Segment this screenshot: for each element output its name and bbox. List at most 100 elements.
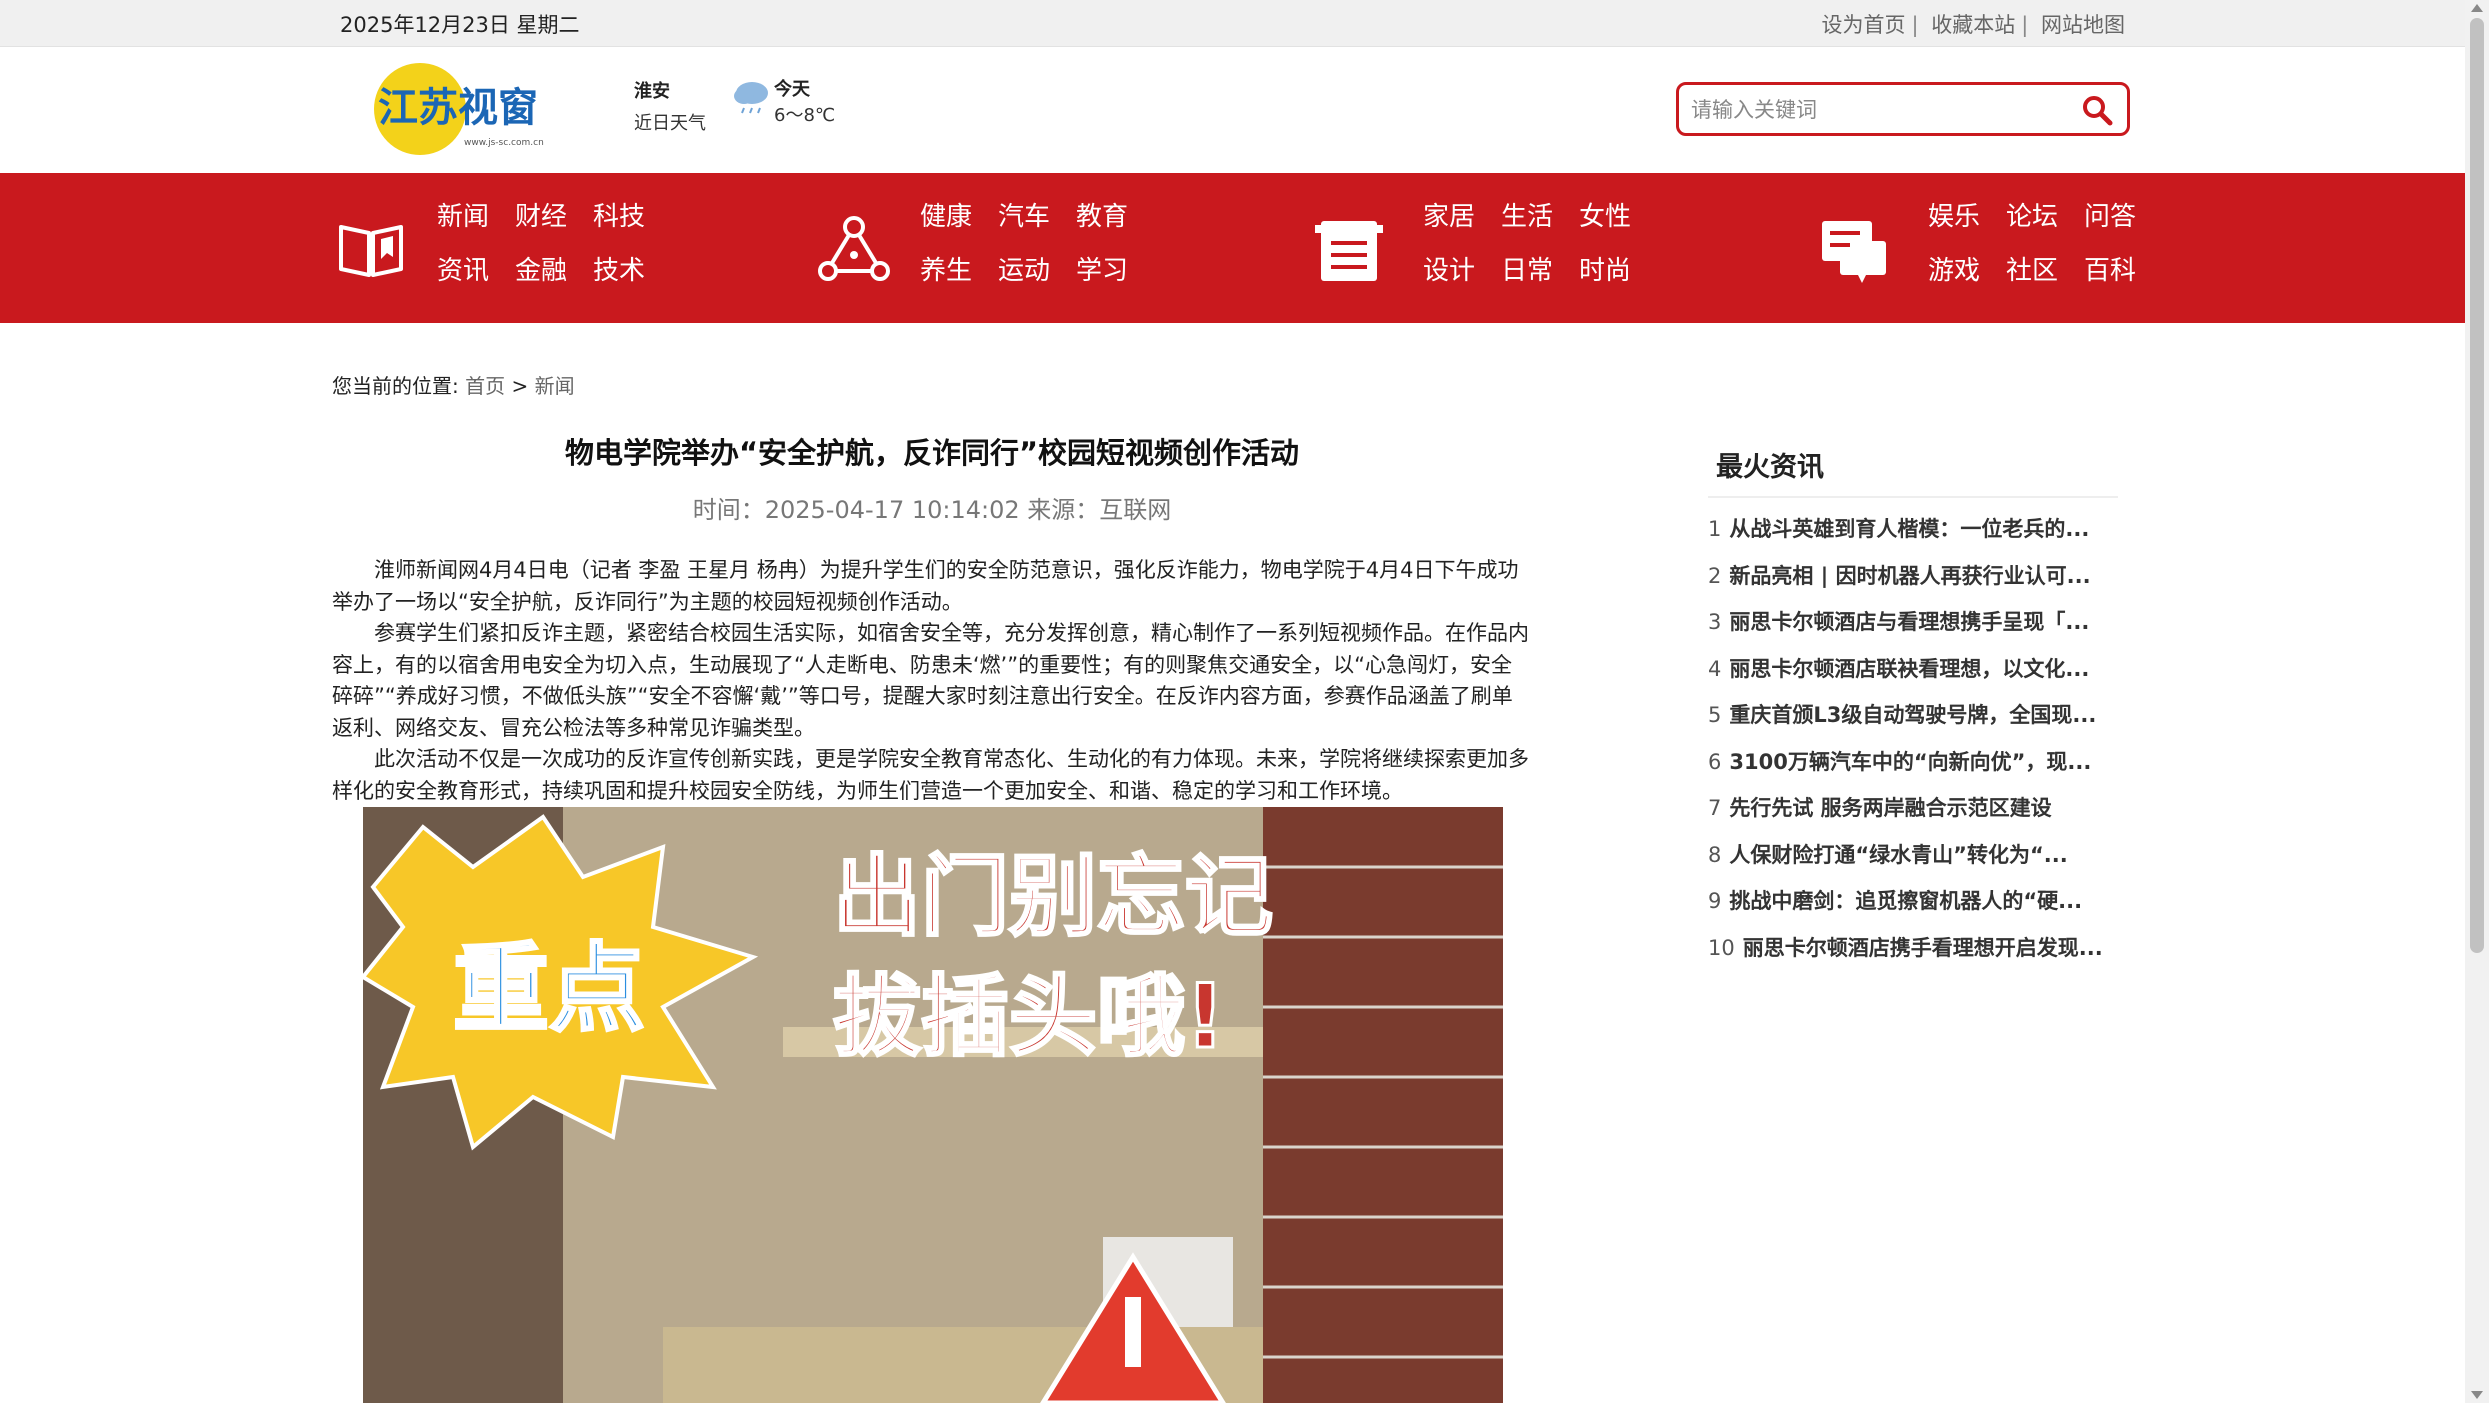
network-icon bbox=[818, 216, 890, 281]
weather-temp: 6～8℃ bbox=[774, 105, 836, 126]
list-item[interactable]: 6 3100万辆汽车中的“向新向优”，现... bbox=[1708, 739, 2118, 786]
nav-item[interactable]: 设计 bbox=[1423, 255, 1501, 287]
nav-item[interactable]: 家居 bbox=[1423, 201, 1501, 233]
top-bar: 2025年12月23日 星期二 设为首页 | 收藏本站 | 网站地图 bbox=[0, 0, 2465, 47]
nav-item[interactable]: 资讯 bbox=[437, 255, 515, 287]
site-logo[interactable]: 江苏视窗 www.js-sc.com.cn bbox=[372, 61, 562, 157]
breadcrumb-home[interactable]: 首页 bbox=[465, 374, 505, 398]
item-title[interactable]: 从战斗英雄到育人楷模：一位老兵的... bbox=[1729, 517, 2089, 541]
nav-item[interactable]: 生活 bbox=[1501, 201, 1579, 233]
set-home-link[interactable]: 设为首页 bbox=[1821, 13, 1905, 37]
nav-item[interactable]: 养生 bbox=[920, 255, 998, 287]
rain-cloud-icon bbox=[734, 82, 768, 114]
book-icon bbox=[339, 225, 403, 277]
nav-item[interactable]: 学习 bbox=[1076, 255, 1154, 287]
nav-item[interactable]: 时尚 bbox=[1579, 255, 1657, 287]
image-caption-line1: 出门别忘记 bbox=[833, 845, 1273, 948]
box-icon bbox=[1315, 221, 1383, 281]
item-title[interactable]: 新品亮相 | 因时机器人再获行业认可... bbox=[1729, 564, 2090, 588]
top-links: 设为首页 | 收藏本站 | 网站地图 bbox=[1821, 9, 2125, 39]
breadcrumb: 您当前的位置: 首页 > 新闻 bbox=[332, 370, 575, 399]
item-title[interactable]: 3100万辆汽车中的“向新向优”，现... bbox=[1729, 750, 2091, 774]
image-badge-text: 重点 bbox=[453, 933, 645, 1045]
weather-label: 近日天气 bbox=[634, 113, 706, 134]
sitemap-link[interactable]: 网站地图 bbox=[2041, 13, 2125, 37]
item-title[interactable]: 丽思卡尔顿酒店联袂看理想，以文化... bbox=[1729, 657, 2089, 681]
divider bbox=[1708, 496, 2118, 498]
weather-city: 淮安 bbox=[634, 81, 670, 102]
nav-item[interactable]: 论坛 bbox=[2006, 201, 2084, 233]
weather-location: 淮安 近日天气 bbox=[634, 77, 706, 135]
search-icon[interactable] bbox=[2081, 94, 2113, 126]
page-scrollbar[interactable] bbox=[2465, 0, 2489, 1403]
scroll-down-arrow-icon[interactable] bbox=[2471, 1391, 2483, 1399]
separator: | bbox=[1911, 13, 1919, 37]
item-number: 6 bbox=[1708, 749, 1722, 774]
current-date: 2025年12月23日 星期二 bbox=[340, 13, 580, 37]
weather-day: 今天 bbox=[774, 79, 810, 100]
nav-item[interactable]: 娱乐 bbox=[1928, 201, 2006, 233]
item-number: 5 bbox=[1708, 703, 1722, 727]
article-image: 重点 出门别忘记 拔插头哦! bbox=[363, 807, 1503, 1403]
nav-item[interactable]: 汽车 bbox=[998, 201, 1076, 233]
list-item[interactable]: 2 新品亮相 | 因时机器人再获行业认可... bbox=[1708, 553, 2118, 600]
list-item[interactable]: 4 丽思卡尔顿酒店联袂看理想，以文化... bbox=[1708, 646, 2118, 693]
list-item[interactable]: 7 先行先试 服务两岸融合示范区建设 bbox=[1708, 785, 2118, 832]
nav-item[interactable]: 百科 bbox=[2084, 255, 2162, 287]
logo-text: 江苏视窗 bbox=[378, 85, 538, 131]
item-title[interactable]: 丽思卡尔顿酒店与看理想携手呈现「... bbox=[1729, 610, 2089, 634]
item-title[interactable]: 重庆首颁L3级自动驾驶号牌，全国现... bbox=[1729, 703, 2096, 727]
list-item[interactable]: 8 人保财险打通“绿水青山”转化为“... bbox=[1708, 832, 2118, 879]
article-paragraph: 淮师新闻网4月4日电（记者 李盈 王星月 杨冉）为提升学生们的安全防范意识，强化… bbox=[332, 558, 1519, 614]
article-paragraph: 此次活动不仅是一次成功的反诈宣传创新实践，更是学院安全教育常态化、生动化的有力体… bbox=[332, 747, 1529, 803]
nav-item[interactable]: 女性 bbox=[1579, 201, 1657, 233]
nav-item[interactable]: 运动 bbox=[998, 255, 1076, 287]
nav-item[interactable]: 技术 bbox=[593, 255, 671, 287]
item-number: 10 bbox=[1708, 935, 1735, 960]
separator: | bbox=[2021, 13, 2029, 37]
breadcrumb-current[interactable]: 新闻 bbox=[535, 374, 575, 398]
item-title[interactable]: 先行先试 服务两岸融合示范区建设 bbox=[1729, 796, 2051, 820]
item-number: 9 bbox=[1708, 889, 1722, 913]
list-item[interactable]: 1 从战斗英雄到育人楷模：一位老兵的... bbox=[1708, 506, 2118, 553]
image-caption-line2: 拔插头哦! bbox=[833, 965, 1225, 1068]
search-input[interactable] bbox=[1689, 92, 2073, 128]
article-title: 物电学院举办“安全护航，反诈同行”校园短视频创作活动 bbox=[564, 436, 1300, 470]
sidebar-title: 最火资讯 bbox=[1716, 452, 1824, 483]
list-item[interactable]: 5 重庆首颁L3级自动驾驶号牌，全国现... bbox=[1708, 692, 2118, 739]
nav-item[interactable]: 社区 bbox=[2006, 255, 2084, 287]
sidebar-hot-news: 最火资讯 1 从战斗英雄到育人楷模：一位老兵的... 2 新品亮相 | 因时机器人再… bbox=[1708, 445, 2118, 971]
nav-item[interactable]: 教育 bbox=[1076, 201, 1154, 233]
breadcrumb-prefix: 您当前的位置: bbox=[332, 374, 459, 398]
bookmark-link[interactable]: 收藏本站 bbox=[1931, 13, 2015, 37]
item-title[interactable]: 挑战中磨剑：追觅擦窗机器人的“硬... bbox=[1729, 889, 2082, 913]
logo-url: www.js-sc.com.cn bbox=[464, 138, 544, 148]
nav-item[interactable]: 科技 bbox=[593, 201, 671, 233]
nav-item[interactable]: 问答 bbox=[2084, 201, 2162, 233]
list-item[interactable]: 3 丽思卡尔顿酒店与看理想携手呈现「... bbox=[1708, 599, 2118, 646]
item-number: 2 bbox=[1708, 563, 1722, 588]
chat-icon bbox=[1822, 221, 1886, 283]
nav-items: 家居 生活 女性 设计 日常 时尚 bbox=[1423, 201, 1657, 287]
item-title[interactable]: 人保财险打通“绿水青山”转化为“... bbox=[1729, 843, 2067, 867]
nav-item[interactable]: 金融 bbox=[515, 255, 593, 287]
scrollbar-thumb[interactable] bbox=[2470, 18, 2484, 953]
item-number: 4 bbox=[1708, 656, 1722, 681]
search-box bbox=[1676, 82, 2130, 136]
main-nav: 新闻 财经 科技 资讯 金融 技术 健康 汽车 教育 养生 运动 学习 家居 生… bbox=[0, 173, 2465, 323]
nav-item[interactable]: 财经 bbox=[515, 201, 593, 233]
nav-item[interactable]: 健康 bbox=[920, 201, 998, 233]
nav-item[interactable]: 新闻 bbox=[437, 201, 515, 233]
nav-items: 娱乐 论坛 问答 游戏 社区 百科 bbox=[1928, 201, 2162, 287]
breadcrumb-sep: > bbox=[511, 374, 529, 398]
list-item[interactable]: 9 挑战中磨剑：追觅擦窗机器人的“硬... bbox=[1708, 878, 2118, 925]
scroll-up-arrow-icon[interactable] bbox=[2471, 4, 2483, 12]
nav-item[interactable]: 游戏 bbox=[1928, 255, 2006, 287]
item-number: 1 bbox=[1708, 517, 1722, 541]
nav-items: 健康 汽车 教育 养生 运动 学习 bbox=[920, 201, 1154, 287]
item-number: 8 bbox=[1708, 842, 1722, 867]
hot-news-list: 1 从战斗英雄到育人楷模：一位老兵的... 2 新品亮相 | 因时机器人再获行业认可… bbox=[1708, 506, 2118, 971]
list-item[interactable]: 10 丽思卡尔顿酒店携手看理想开启发现... bbox=[1708, 925, 2118, 972]
item-title[interactable]: 丽思卡尔顿酒店携手看理想开启发现... bbox=[1743, 936, 2103, 960]
nav-item[interactable]: 日常 bbox=[1501, 255, 1579, 287]
